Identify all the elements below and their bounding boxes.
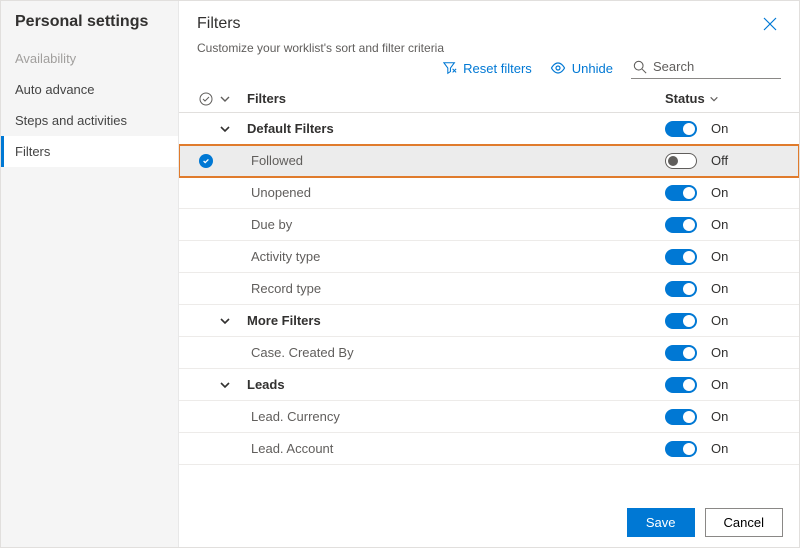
unhide-icon xyxy=(550,62,566,74)
chevron-down-icon xyxy=(709,94,719,104)
search-input[interactable]: Search xyxy=(631,57,781,79)
row-name: Record type xyxy=(247,281,665,296)
row-status: On xyxy=(665,313,785,329)
row-expand[interactable] xyxy=(219,315,247,327)
row-status: On xyxy=(665,345,785,361)
close-icon xyxy=(763,17,777,31)
chevron-down-icon xyxy=(219,315,231,327)
row-status: On xyxy=(665,249,785,265)
filter-row[interactable]: Lead. Currency On xyxy=(179,401,799,433)
row-name: Case. Created By xyxy=(247,345,665,360)
column-header-status[interactable]: Status xyxy=(665,91,785,106)
save-button[interactable]: Save xyxy=(627,508,695,537)
row-name: Lead. Account xyxy=(247,441,665,456)
status-toggle[interactable] xyxy=(665,313,697,329)
status-label: On xyxy=(711,313,728,328)
toolbar: Reset filters Unhide Search xyxy=(179,57,799,85)
chevron-down-icon xyxy=(219,123,231,135)
row-name: Default Filters xyxy=(247,121,665,136)
page-subtitle: Customize your worklist's sort and filte… xyxy=(197,41,781,55)
row-status: On xyxy=(665,185,785,201)
row-status: On xyxy=(665,121,785,137)
sidebar-title: Personal settings xyxy=(1,13,178,43)
sidebar-item-availability[interactable]: Availability xyxy=(1,43,178,74)
filter-row[interactable]: Unopened On xyxy=(179,177,799,209)
status-toggle[interactable] xyxy=(665,441,697,457)
status-toggle[interactable] xyxy=(665,217,697,233)
filter-row[interactable]: Lead. Account On xyxy=(179,433,799,465)
status-toggle[interactable] xyxy=(665,249,697,265)
footer: Save Cancel xyxy=(179,497,799,547)
sidebar-item-auto-advance[interactable]: Auto advance xyxy=(1,74,178,105)
row-expand[interactable] xyxy=(219,123,247,135)
status-label: On xyxy=(711,217,728,232)
chevron-down-icon xyxy=(219,379,231,391)
status-toggle[interactable] xyxy=(665,345,697,361)
status-label: On xyxy=(711,409,728,424)
unhide-label: Unhide xyxy=(572,61,613,76)
filter-rows: Default FiltersOnFollowedOffUnopenedOnDu… xyxy=(179,113,799,497)
row-status: On xyxy=(665,217,785,233)
row-name: More Filters xyxy=(247,313,665,328)
filter-row[interactable]: Case. Created By On xyxy=(179,337,799,369)
status-label: On xyxy=(711,185,728,200)
page-title: Filters xyxy=(197,15,241,33)
row-name: Followed xyxy=(247,153,665,168)
search-icon xyxy=(633,60,647,74)
collapse-all-button[interactable] xyxy=(219,93,247,105)
row-status: On xyxy=(665,281,785,297)
sidebar-item-steps-and-activities[interactable]: Steps and activities xyxy=(1,105,178,136)
status-label: On xyxy=(711,345,728,360)
status-label: On xyxy=(711,249,728,264)
sidebar-nav: AvailabilityAuto advanceSteps and activi… xyxy=(1,43,178,167)
main-panel: Filters Customize your worklist's sort a… xyxy=(179,1,799,547)
row-expand[interactable] xyxy=(219,379,247,391)
row-name: Due by xyxy=(247,217,665,232)
row-name: Activity type xyxy=(247,249,665,264)
status-toggle[interactable] xyxy=(665,281,697,297)
filter-row[interactable]: Followed Off xyxy=(179,145,799,177)
row-status: On xyxy=(665,409,785,425)
close-button[interactable] xyxy=(759,13,781,35)
column-header-filters[interactable]: Filters xyxy=(247,91,665,106)
row-status: Off xyxy=(665,153,785,169)
row-status: On xyxy=(665,441,785,457)
status-toggle[interactable] xyxy=(665,121,697,137)
checked-icon xyxy=(199,154,213,168)
circle-check-icon xyxy=(199,92,213,106)
status-label: On xyxy=(711,121,728,136)
status-label: On xyxy=(711,377,728,392)
status-label: On xyxy=(711,281,728,296)
filter-group-row[interactable]: Leads On xyxy=(179,369,799,401)
sidebar-item-filters[interactable]: Filters xyxy=(1,136,178,167)
status-toggle[interactable] xyxy=(665,153,697,169)
filter-reset-icon xyxy=(443,61,457,75)
row-status: On xyxy=(665,377,785,393)
status-label: On xyxy=(711,441,728,456)
filter-row[interactable]: Due by On xyxy=(179,209,799,241)
filter-row[interactable]: Activity type On xyxy=(179,241,799,273)
filter-group-row[interactable]: Default Filters On xyxy=(179,113,799,145)
status-toggle[interactable] xyxy=(665,409,697,425)
row-name: Leads xyxy=(247,377,665,392)
cancel-button[interactable]: Cancel xyxy=(705,508,783,537)
row-name: Lead. Currency xyxy=(247,409,665,424)
chevron-down-icon xyxy=(219,93,231,105)
status-toggle[interactable] xyxy=(665,185,697,201)
sidebar: Personal settings AvailabilityAuto advan… xyxy=(1,1,179,547)
search-placeholder: Search xyxy=(653,59,694,74)
select-all-checkbox[interactable] xyxy=(193,92,219,106)
reset-filters-button[interactable]: Reset filters xyxy=(443,61,532,76)
status-label: Off xyxy=(711,153,728,168)
unhide-button[interactable]: Unhide xyxy=(550,61,613,76)
reset-filters-label: Reset filters xyxy=(463,61,532,76)
filter-row[interactable]: Record type On xyxy=(179,273,799,305)
table-header: Filters Status xyxy=(179,85,799,113)
row-name: Unopened xyxy=(247,185,665,200)
status-toggle[interactable] xyxy=(665,377,697,393)
filter-group-row[interactable]: More Filters On xyxy=(179,305,799,337)
row-checkbox[interactable] xyxy=(193,154,219,168)
